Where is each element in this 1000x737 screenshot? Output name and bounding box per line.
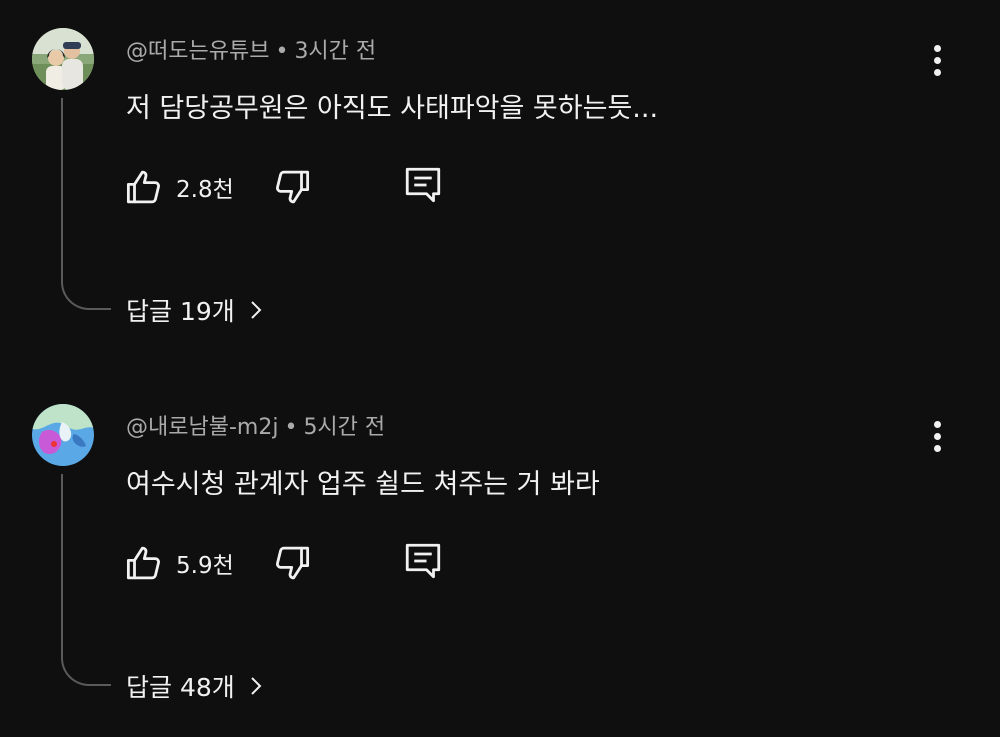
comment-text: 저 담당공무원은 아직도 사태파악을 못하는듯... <box>126 93 659 124</box>
comment-text: 여수시청 관계자 업주 쉴드 쳐주는 거 봐라 <box>126 469 600 500</box>
reply-button[interactable] <box>402 540 444 582</box>
like-count: 2.8천 <box>176 177 234 203</box>
comment-meta: @내로남불-m2j • 5시간 전 <box>126 409 385 441</box>
thumbs-down-icon <box>276 546 310 580</box>
replies-button[interactable]: 답글 19개 <box>126 292 263 328</box>
thumbs-up-icon <box>126 170 160 204</box>
like-button[interactable] <box>124 542 166 584</box>
map-avatar-icon <box>32 404 94 466</box>
like-count: 5.9천 <box>176 553 234 579</box>
comment-meta: @떠도는유튜브 • 3시간 전 <box>126 33 376 65</box>
author-name[interactable]: @떠도는유튜브 <box>126 39 269 64</box>
comment-time: 3시간 전 <box>294 39 377 64</box>
comment-item-2: @내로남불-m2j • 5시간 전 여수시청 관계자 업주 쉴드 쳐주는 거 봐라 … <box>0 376 1000 706</box>
thumbs-down-icon <box>276 170 310 204</box>
chevron-right-icon <box>251 677 262 695</box>
couple-photo-avatar-icon <box>32 28 94 90</box>
separator-dot: • <box>275 39 289 64</box>
like-button[interactable] <box>124 166 166 208</box>
comment-time: 5시간 전 <box>303 415 386 440</box>
comment-reply-icon <box>405 167 441 203</box>
comment-reply-icon <box>405 543 441 579</box>
more-vertical-icon[interactable] <box>922 40 952 80</box>
thread-line <box>61 98 111 310</box>
author-name[interactable]: @내로남불-m2j <box>126 415 278 440</box>
dislike-button[interactable] <box>270 542 312 584</box>
comment-item-1: @떠도는유튜브 • 3시간 전 저 담당공무원은 아직도 사태파악을 못하는듯...… <box>0 0 1000 330</box>
thread-line <box>61 474 111 686</box>
chevron-right-icon <box>251 301 262 319</box>
avatar[interactable] <box>32 28 94 90</box>
more-vertical-icon[interactable] <box>922 416 952 456</box>
replies-label: 답글 19개 <box>126 297 235 326</box>
dislike-button[interactable] <box>270 166 312 208</box>
replies-label: 답글 48개 <box>126 673 235 702</box>
avatar[interactable] <box>32 404 94 466</box>
replies-button[interactable]: 답글 48개 <box>126 668 263 704</box>
reply-button[interactable] <box>402 164 444 206</box>
separator-dot: • <box>284 415 298 440</box>
thumbs-up-icon <box>126 546 160 580</box>
